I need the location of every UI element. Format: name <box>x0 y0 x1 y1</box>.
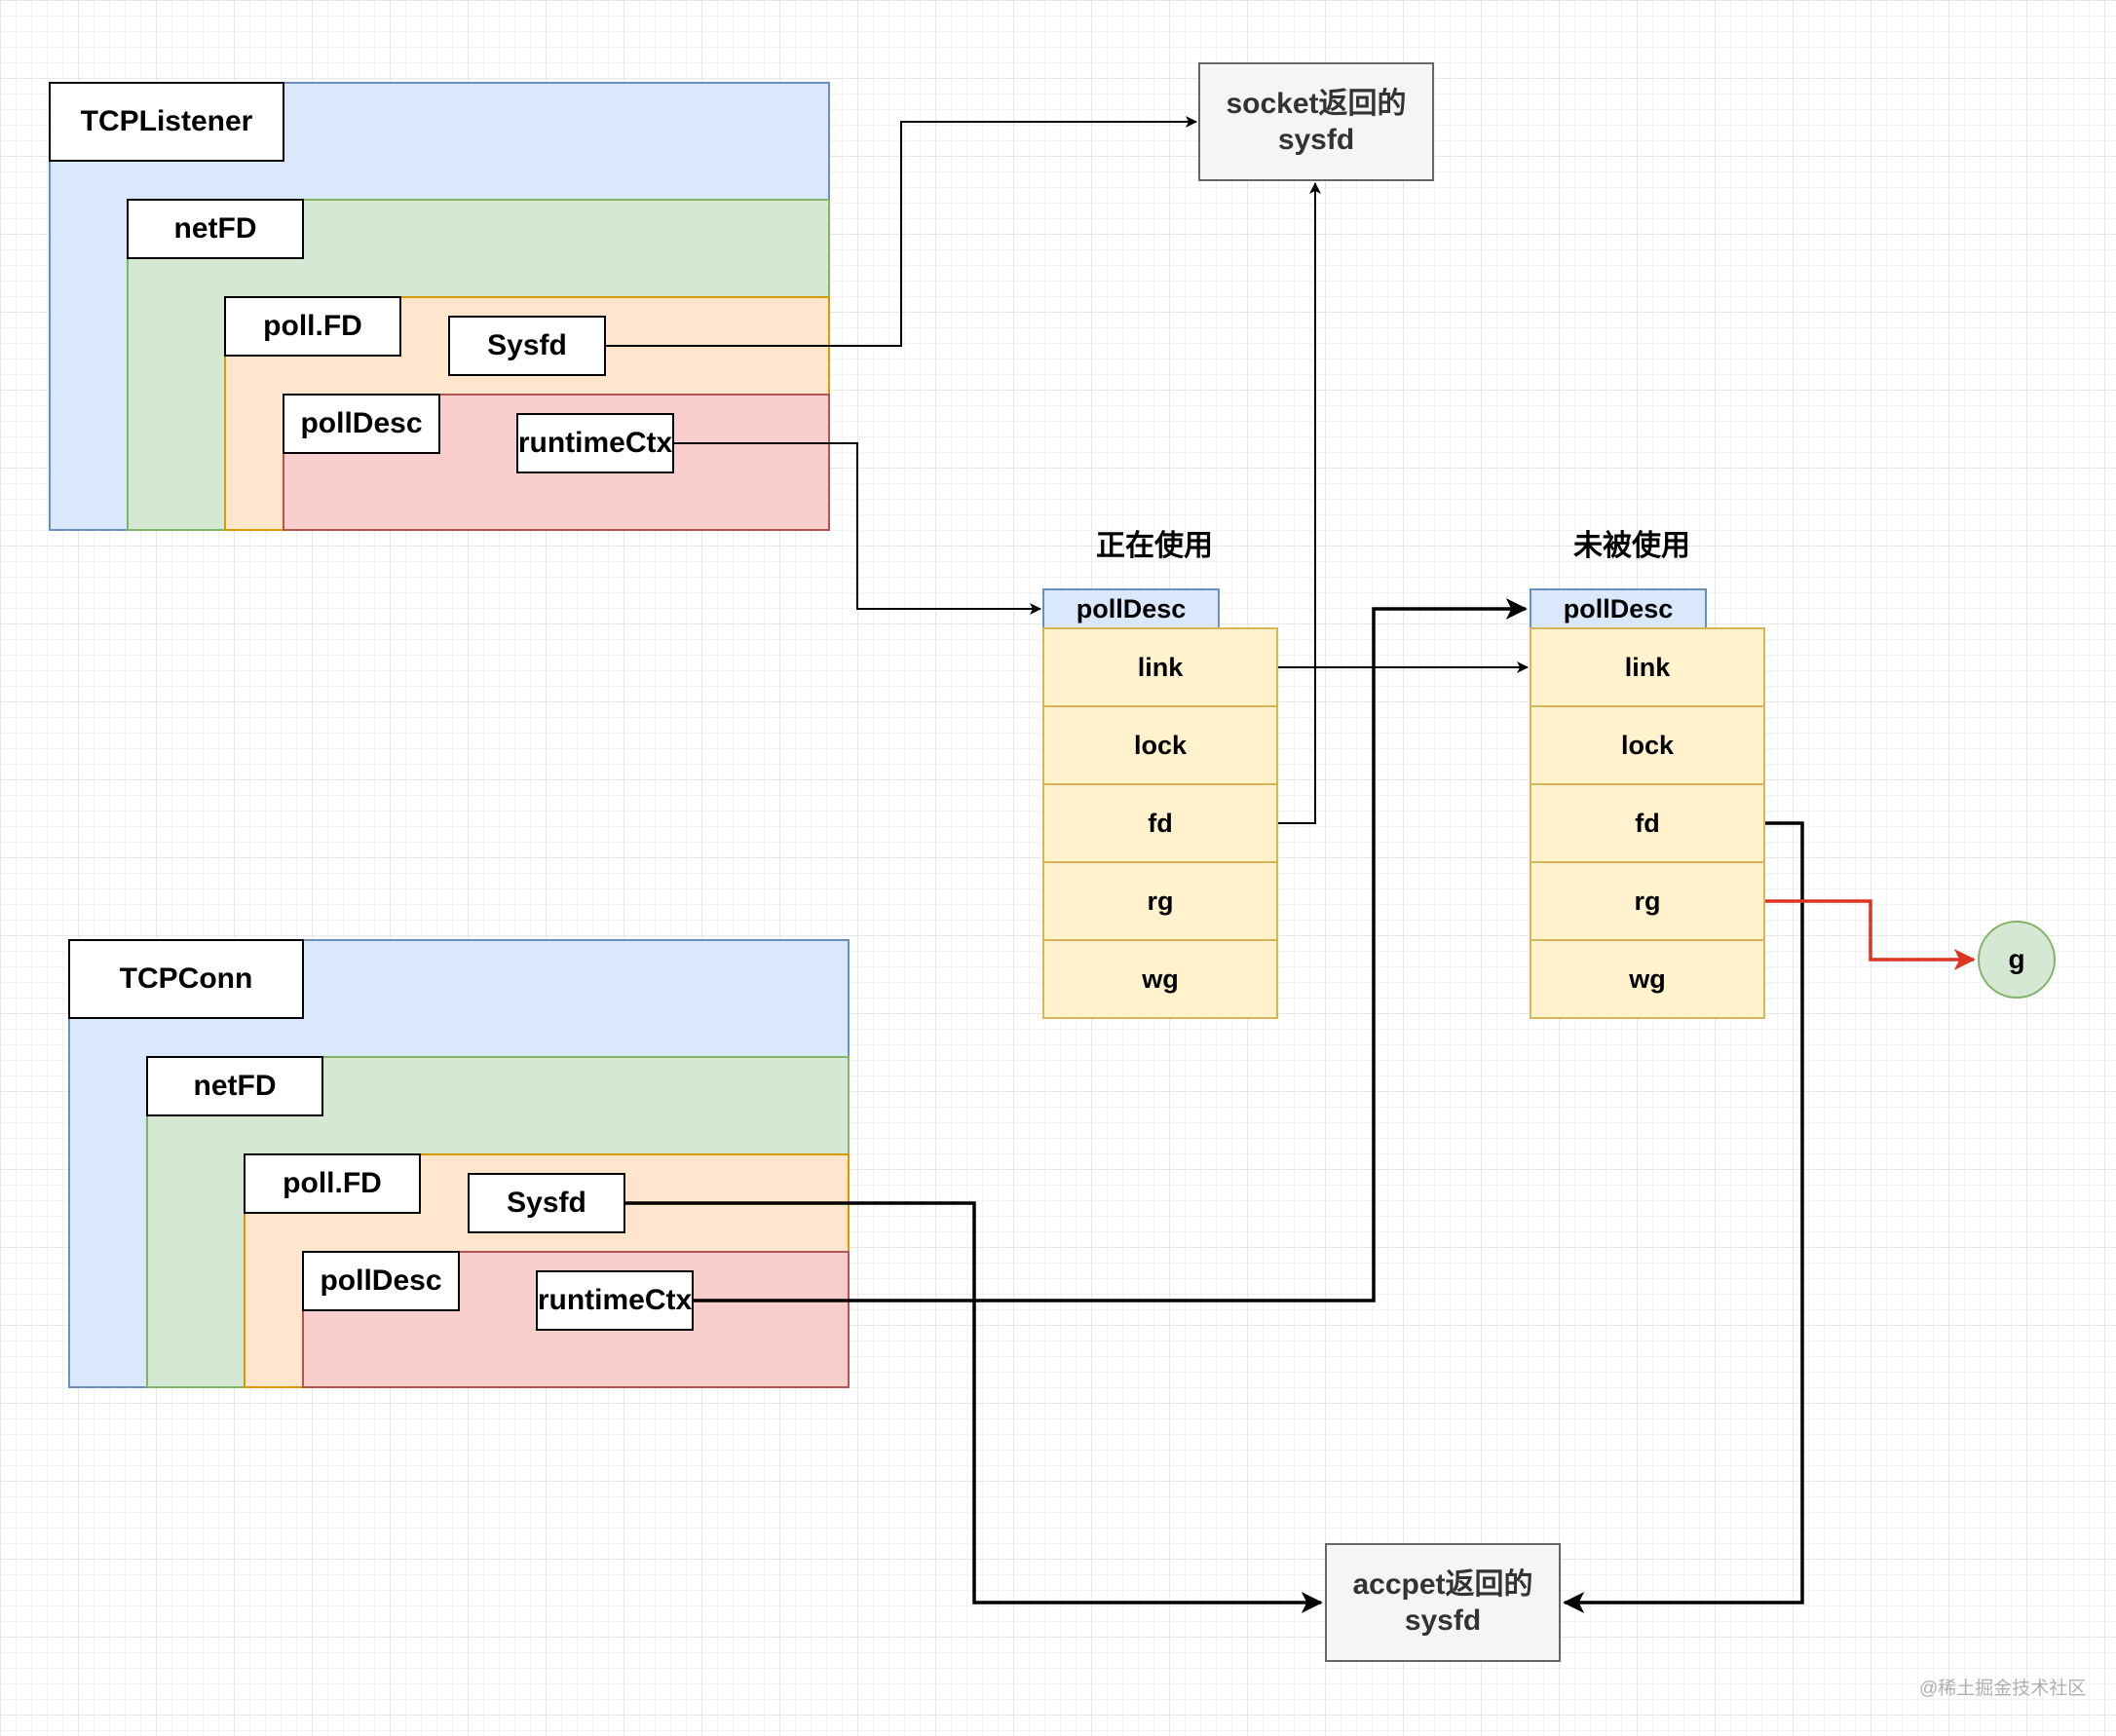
edge-conn-sysfd-to-accept <box>625 1201 1323 1613</box>
watermark: @稀土掘金技术社区 <box>1919 1679 2087 1699</box>
edge-inuse-fd-to-socket <box>1278 182 1321 824</box>
edge-listener-runtimectx-to-inuse <box>674 442 1041 615</box>
edge-unused-rg-to-g <box>1765 899 1976 970</box>
edge-listener-sysfd-to-socket <box>606 116 1197 347</box>
connector-layer <box>606 116 1976 1613</box>
edge-conn-runtimectx-to-unused <box>694 598 1528 1302</box>
edge-unused-fd-to-accept <box>1563 821 1804 1613</box>
